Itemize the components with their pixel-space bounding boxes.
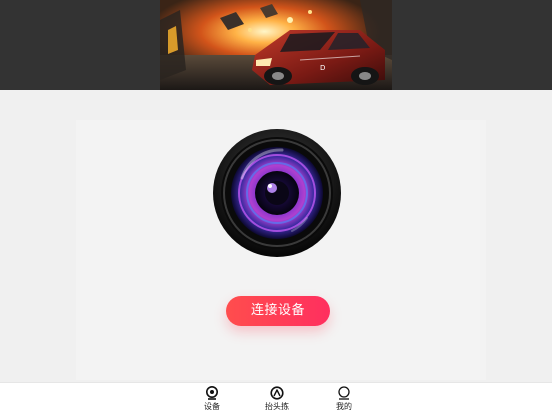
nav-item-mine[interactable]: 我的	[322, 386, 366, 414]
app-root: D 连接设备 设备 抬头拣 我的	[0, 0, 552, 414]
bottom-nav: 设备 抬头拣 我的	[0, 382, 552, 414]
nav-label-mine: 我的	[336, 402, 352, 411]
racing-banner-illustration: D	[160, 0, 392, 90]
nav-label-device: 设备	[204, 402, 220, 411]
top-bar: D	[0, 0, 552, 90]
head-up-icon	[270, 386, 284, 400]
camera-lens-icon	[212, 128, 342, 258]
nav-label-head-up: 抬头拣	[265, 402, 289, 411]
svg-text:D: D	[320, 64, 325, 72]
camera-lens-illustration	[213, 129, 341, 257]
banner-image[interactable]: D	[160, 0, 392, 90]
nav-item-head-up[interactable]: 抬头拣	[255, 386, 299, 414]
user-icon	[338, 386, 350, 400]
webcam-icon	[206, 386, 218, 400]
connect-device-button[interactable]: 连接设备	[226, 296, 330, 326]
nav-item-device[interactable]: 设备	[190, 386, 234, 414]
